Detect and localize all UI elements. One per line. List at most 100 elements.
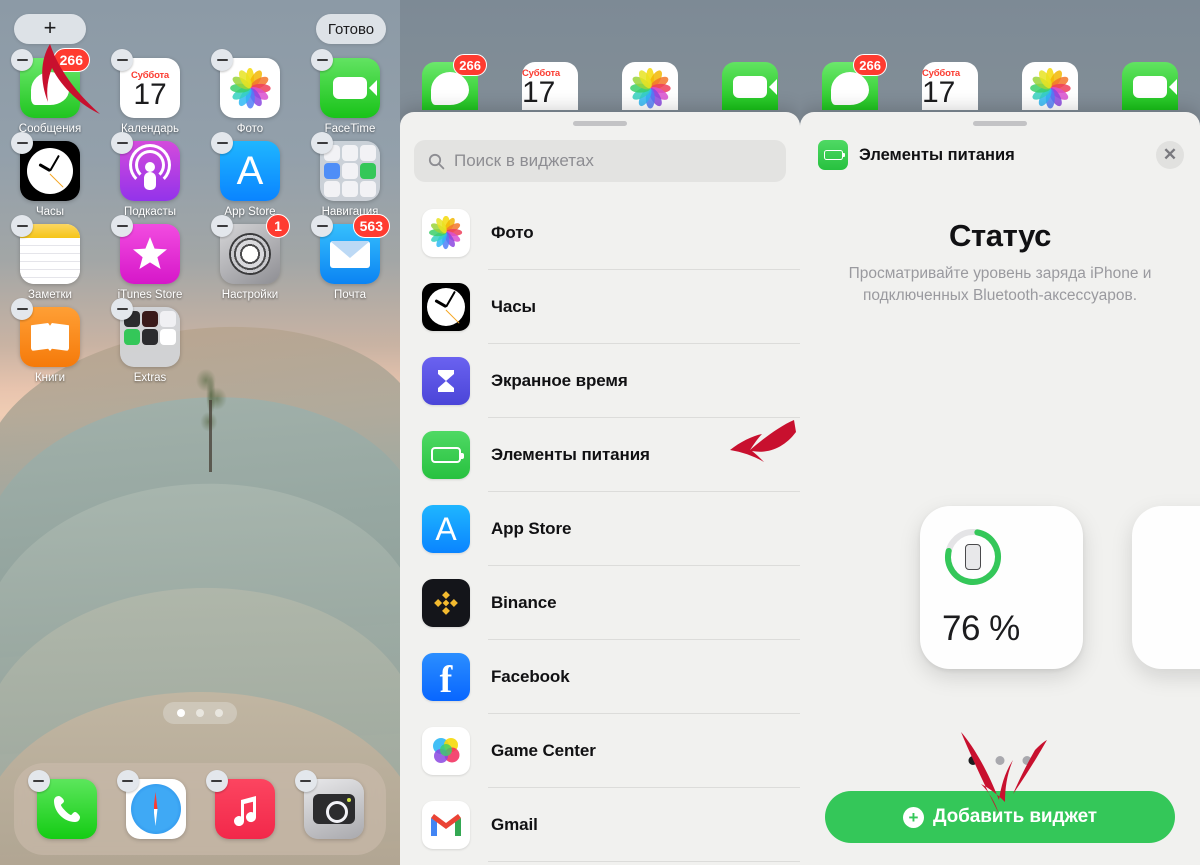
facetime-icon [1122, 62, 1178, 110]
dock-app-phone[interactable] [27, 770, 97, 839]
panel-widget-picker: 266 Суббота 17 Поиск в виджетах Фото Час… [400, 0, 800, 865]
widget-preview-card[interactable]: 76 % [920, 506, 1083, 669]
remove-app-button[interactable] [111, 49, 133, 71]
home-app-grid: 266 Сообщения Суббота 17 Календарь Фото … [0, 48, 400, 390]
widget-detail-title: Элементы питания [859, 145, 1015, 164]
widget-detail-header: Элементы питания ✕ [800, 126, 1200, 170]
app-label: App Store [224, 206, 276, 218]
add-widget-button[interactable]: + [14, 14, 86, 44]
app-label: Почта [334, 289, 366, 301]
home-app-notes[interactable]: Заметки [0, 215, 100, 301]
remove-app-button[interactable] [205, 770, 228, 792]
app-label: Фото [236, 123, 264, 135]
add-widget-button[interactable]: + Добавить виджет [825, 791, 1175, 843]
page-dot[interactable] [995, 756, 1005, 765]
page-dot[interactable] [215, 709, 223, 717]
home-page-indicator[interactable] [163, 702, 237, 724]
widget-list-item-app-store[interactable]: A App Store [400, 492, 800, 566]
remove-app-button[interactable] [111, 132, 133, 154]
widget-list-item-screen-time[interactable]: Экранное время [400, 344, 800, 418]
close-icon[interactable]: ✕ [1156, 141, 1184, 169]
home-app-appstore[interactable]: A App Store [200, 132, 300, 218]
app-label: Книги [34, 372, 66, 384]
battery-ring [942, 526, 1004, 588]
home-folder-navigation[interactable]: Навигация [300, 132, 400, 218]
page-dot[interactable] [196, 709, 204, 717]
calendar-day: 17 [133, 77, 167, 111]
home-app-itunes-store[interactable]: iTunes Store [100, 215, 200, 301]
remove-app-button[interactable] [111, 298, 133, 320]
widget-list-item-photos[interactable]: Фото [400, 196, 800, 270]
page-dot[interactable] [968, 756, 978, 765]
remove-app-button[interactable] [311, 215, 333, 237]
remove-app-button[interactable] [27, 770, 50, 792]
remove-app-button[interactable] [111, 215, 133, 237]
photos-icon [622, 62, 678, 110]
dock-app-safari[interactable] [116, 770, 186, 839]
widget-list-item-game-center[interactable]: Game Center [400, 714, 800, 788]
remove-app-button[interactable] [211, 49, 233, 71]
facetime-icon [722, 62, 778, 110]
remove-app-button[interactable] [311, 132, 333, 154]
sheet-grabber[interactable] [573, 121, 627, 126]
remove-app-button[interactable] [116, 770, 139, 792]
battery-percent-label: 76 % [942, 609, 1020, 648]
remove-app-button[interactable] [11, 215, 33, 237]
page-dot[interactable] [1022, 756, 1032, 765]
badge-count: 1 [266, 214, 290, 238]
remove-app-button[interactable] [11, 132, 33, 154]
home-app-podcasts[interactable]: Подкасты [100, 132, 200, 218]
remove-app-button[interactable] [11, 49, 33, 71]
remove-app-button[interactable] [211, 132, 233, 154]
widget-list-item-gmail[interactable]: Gmail [400, 788, 800, 862]
dock-app-camera[interactable] [294, 770, 364, 839]
badge-count: 266 [453, 54, 487, 76]
widget-list-item-label: Фото [491, 223, 534, 242]
app-label: Extras [133, 372, 167, 384]
widget-list-item-clock[interactable]: Часы [400, 270, 800, 344]
widget-list-item-facebook[interactable]: f Facebook [400, 640, 800, 714]
home-app-settings[interactable]: 1 Настройки [200, 214, 300, 301]
panel-widget-detail: 266 Суббота 17 Элементы питания ✕ Статус… [800, 0, 1200, 865]
home-app-messages[interactable]: 266 Сообщения [0, 48, 100, 135]
remove-app-button[interactable] [311, 49, 333, 71]
widget-preview-card-next[interactable] [1132, 506, 1200, 669]
home-row: 266 Сообщения Суббота 17 Календарь Фото … [0, 48, 400, 135]
home-app-facetime[interactable]: FaceTime [300, 49, 400, 135]
calendar-icon: Суббота 17 [922, 62, 978, 110]
remove-app-button[interactable] [11, 298, 33, 320]
widget-list-item-battery[interactable]: Элементы питания [400, 418, 800, 492]
home-app-mail[interactable]: 563 Почта [300, 214, 400, 301]
page-dot[interactable] [177, 709, 185, 717]
remove-app-button[interactable] [211, 215, 233, 237]
battery-icon [818, 140, 848, 170]
widget-list-item-label: Binance [491, 593, 557, 612]
home-app-clock[interactable]: Часы [0, 132, 100, 218]
phone-device-icon [965, 544, 981, 570]
search-input[interactable]: Поиск в виджетах [414, 140, 786, 182]
clock-icon [422, 283, 470, 331]
screenshot-root: + Готово 266 Сообщения Суббота 17 Календ… [0, 0, 1200, 865]
home-app-photos[interactable]: Фото [200, 49, 300, 135]
done-button[interactable]: Готово [316, 14, 386, 44]
widget-list-item-binance[interactable]: Binance [400, 566, 800, 640]
widget-page-indicator[interactable] [968, 756, 1032, 765]
home-row: Заметки iTunes Store 1 Настройки 563 Поч… [0, 214, 400, 301]
widget-preview-carousel[interactable]: 76 % [800, 490, 1200, 720]
home-folder-extras[interactable]: Extras [100, 298, 200, 384]
search-icon [428, 153, 445, 169]
home-dock [14, 763, 386, 855]
dock-app-music[interactable] [205, 770, 275, 839]
search-placeholder: Поиск в виджетах [454, 151, 594, 170]
home-app-books[interactable]: Книги [0, 298, 100, 384]
remove-app-button[interactable] [294, 770, 317, 792]
home-app-calendar[interactable]: Суббота 17 Календарь [100, 49, 200, 135]
badge-count: 563 [352, 214, 390, 238]
widget-preview-subtitle: Просматривайте уровень заряда iPhone и п… [848, 265, 1152, 304]
app-label: Часы [35, 206, 65, 218]
widget-list-item-label: Экранное время [491, 371, 628, 390]
widget-list[interactable]: Фото Часы Экранное время Элементы питани… [400, 196, 800, 865]
app-label: FaceTime [324, 123, 376, 135]
game-center-icon [422, 727, 470, 775]
app-label: Календарь [120, 123, 180, 135]
